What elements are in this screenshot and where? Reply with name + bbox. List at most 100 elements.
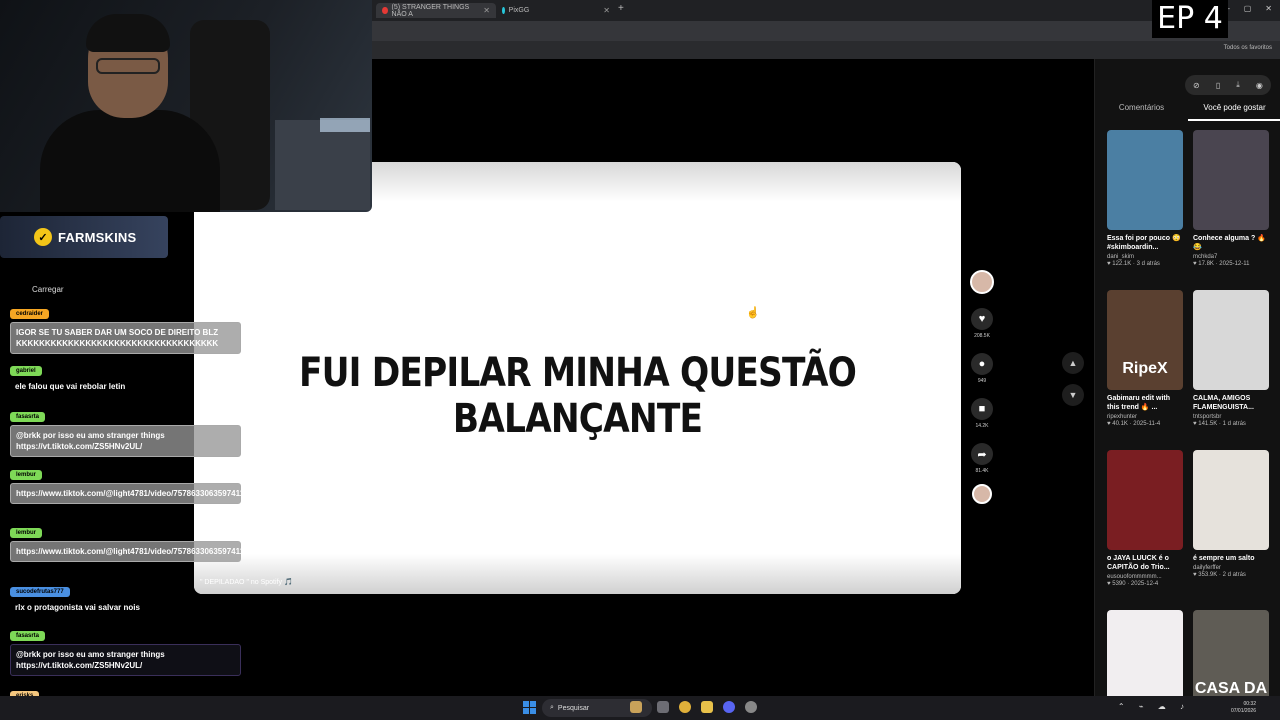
clock-time: 00:32: [1243, 701, 1256, 707]
crown-app-icon[interactable]: [630, 701, 642, 713]
browser-tabbar: (5) STRANGER THINGS NÃO A ✕ PixGG ✕ + — …: [372, 0, 1280, 21]
video-bottom-gradient: [194, 554, 961, 594]
video-thumbnail[interactable]: [1193, 290, 1269, 390]
episode-label: EP 4: [1152, 0, 1228, 38]
clock-date: 07/01/2026: [1230, 708, 1256, 714]
download-icon[interactable]: ⤓: [1236, 80, 1240, 90]
video-navigation: ▲ ▼: [1062, 352, 1084, 406]
tab-label: PixGG: [508, 7, 530, 14]
card-author[interactable]: dani_skim: [1107, 254, 1183, 260]
card-title: CALMA, AMIGOS FLAMENGUISTA...: [1193, 395, 1254, 411]
streamer-hair: [86, 14, 170, 52]
chat-message: cedraider IGOR SE TU SABER DAR UM SOCO DE…: [10, 302, 241, 354]
recommended-video-card[interactable]: Conhece alguma ? 🔥😂 mchkda7 ♥ 17.8K · 2025…: [1193, 130, 1269, 267]
comment-count: 949: [977, 378, 987, 384]
video-caption: FUI DEPILAR MINHA QUESTÃO BALANÇANTE: [298, 350, 857, 442]
background-light: [320, 118, 370, 132]
chrome-icon[interactable]: [679, 701, 691, 713]
card-stats: ♥ 122.1K · 3 d atrás: [1107, 261, 1160, 267]
chat-username[interactable]: fasasrta: [10, 631, 46, 641]
thumbnail-text: RipeX: [1122, 360, 1168, 377]
tab-pixgg[interactable]: PixGG ✕: [496, 3, 616, 18]
address-bar[interactable]: [372, 21, 1280, 41]
video-thumbnail[interactable]: [1107, 130, 1183, 230]
bookmarks-bar: Todos os favoritos: [372, 41, 1280, 59]
chat-message: lembur https://www.tiktok.com/@light4781/…: [10, 521, 257, 562]
load-button[interactable]: Carregar: [32, 285, 64, 294]
chat-message: lembur https://www.tiktok.com/@light4781/…: [10, 463, 257, 504]
card-stats: ♥ 17.8K · 2025-12-11: [1193, 261, 1250, 267]
chat-text: @brkk por isso eu amo stranger things ht…: [10, 425, 241, 457]
chat-text: https://www.tiktok.com/@light4781/video/…: [10, 541, 257, 562]
video-thumbnail[interactable]: CASA DA NO: [1193, 610, 1269, 710]
recommended-video-card[interactable]: o JAYA LUUCK é o CAPITÃO do Trio... eusou…: [1107, 450, 1183, 587]
video-thumbnail[interactable]: [1107, 610, 1183, 710]
like-button[interactable]: ♥: [971, 308, 993, 330]
card-stats: ♥ 141.5K · 1 d atrás: [1193, 421, 1246, 427]
chat-username[interactable]: lembur: [10, 528, 43, 538]
card-stats: ♥ 5390 · 2025-12-4: [1107, 581, 1159, 587]
pixgg-icon: [502, 7, 505, 14]
card-author[interactable]: ripexhunter: [1107, 414, 1183, 420]
chat-text: ele falou que vai rebolar letin: [15, 382, 126, 391]
like-count: 208.5K: [974, 333, 990, 339]
card-author[interactable]: mchkda7: [1193, 254, 1269, 260]
share-count: 81.4K: [975, 468, 989, 474]
recommended-video-card[interactable]: RipeX Gabimaru edit with this trend 🔥 ...…: [1107, 290, 1183, 427]
video-thumbnail[interactable]: [1107, 450, 1183, 550]
panel-toolbar: ⊘ ▯ ⤓ ◉: [1185, 75, 1271, 95]
window-controls: — ▢ ✕: [1222, 4, 1272, 13]
close-window-button[interactable]: ✕: [1265, 4, 1272, 13]
music-disc-avatar[interactable]: [972, 484, 992, 504]
video-thumbnail[interactable]: [1193, 450, 1269, 550]
tray-icons[interactable]: ⌃ ⌁ ☁ ♪: [1118, 702, 1190, 711]
share-button[interactable]: ➦: [971, 443, 993, 465]
chat-message: fasasrta @brkk por isso eu amo stranger t…: [10, 405, 241, 457]
profile-icon[interactable]: ◉: [1256, 81, 1263, 90]
windows-start-icon[interactable]: [523, 701, 536, 714]
chat-username[interactable]: sucodefrutas777: [10, 587, 70, 597]
file-explorer-icon[interactable]: [701, 701, 713, 713]
card-author[interactable]: dailyferffer: [1193, 565, 1269, 571]
video-player[interactable]: FUI DEPILAR MINHA QUESTÃO BALANÇANTE " D…: [194, 162, 961, 594]
task-view-icon[interactable]: [657, 701, 669, 713]
tab-stranger-things[interactable]: (5) STRANGER THINGS NÃO A ✕: [376, 3, 496, 18]
farmskins-logo-icon: ✓: [34, 228, 52, 246]
tab-comments[interactable]: Comentários: [1095, 103, 1188, 121]
music-label[interactable]: " DEPILADAO " no Spotify 🎵: [200, 578, 293, 586]
card-stats: ♥ 353.9K · 2 d atrás: [1193, 572, 1246, 578]
chat-username[interactable]: lembur: [10, 470, 43, 480]
close-icon[interactable]: ✕: [483, 6, 490, 15]
discord-icon[interactable]: [723, 701, 735, 713]
chat-username[interactable]: gabriel: [10, 366, 42, 376]
recommended-video-card[interactable]: é sempre um salto dailyferffer ♥ 353.9K · …: [1193, 450, 1269, 578]
recommended-video-card[interactable]: CALMA, AMIGOS FLAMENGUISTA... tntsportsbr…: [1193, 290, 1269, 427]
device-icon[interactable]: ▯: [1216, 81, 1220, 90]
creator-avatar[interactable]: [970, 270, 994, 294]
next-video-button[interactable]: ▼: [1062, 384, 1084, 406]
streamer-torso: [40, 110, 220, 212]
panel-tabs: Comentários Você pode gostar: [1095, 103, 1280, 121]
save-button[interactable]: ■: [971, 398, 993, 420]
recommended-video-card[interactable]: Essa foi por pouco 😳 #skimboardin... dani…: [1107, 130, 1183, 267]
close-icon[interactable]: ✕: [603, 6, 610, 15]
new-tab-button[interactable]: +: [618, 3, 624, 14]
comment-button[interactable]: ●: [971, 353, 993, 375]
card-author[interactable]: tntsportsbr: [1193, 414, 1269, 420]
card-author[interactable]: eusouofommmmm...: [1107, 574, 1183, 580]
taskbar: ⌕ Pesquisar ⌃ ⌁ ☁ ♪ 00:32 07/01/2026: [0, 696, 1280, 720]
chat-username[interactable]: cedraider: [10, 309, 50, 319]
cursor-icon: ☝: [746, 307, 760, 319]
tab-you-may-like[interactable]: Você pode gostar: [1188, 103, 1280, 121]
steam-icon[interactable]: [745, 701, 757, 713]
maximize-button[interactable]: ▢: [1244, 4, 1252, 13]
previous-video-button[interactable]: ▲: [1062, 352, 1084, 374]
video-thumbnail[interactable]: [1193, 130, 1269, 230]
chat-message: fasasrta @brkk por isso eu amo stranger t…: [10, 624, 241, 676]
video-thumbnail[interactable]: RipeX: [1107, 290, 1183, 390]
background-shelf: [275, 120, 370, 210]
all-bookmarks-link[interactable]: Todos os favoritos: [1224, 45, 1272, 51]
clock[interactable]: 00:32 07/01/2026: [1231, 701, 1256, 715]
chat-username[interactable]: fasasrta: [10, 412, 46, 422]
block-icon[interactable]: ⊘: [1193, 81, 1200, 90]
